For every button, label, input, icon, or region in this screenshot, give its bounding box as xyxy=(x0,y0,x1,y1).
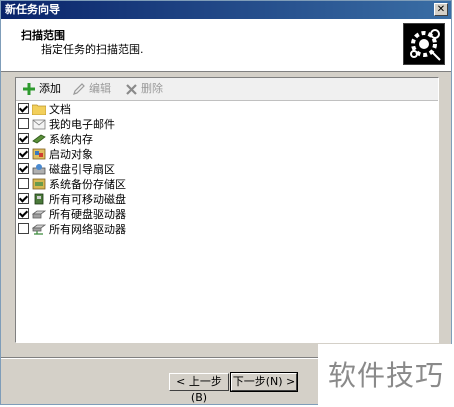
item-checkbox[interactable] xyxy=(18,148,29,159)
list-item[interactable]: 文档 xyxy=(18,102,71,116)
edit-button[interactable]: 编辑 xyxy=(72,82,111,96)
item-checkbox[interactable] xyxy=(18,133,29,144)
folder-icon xyxy=(32,104,46,115)
startup-icon xyxy=(32,148,46,159)
watermark: 软件技巧 xyxy=(318,344,454,407)
list-item[interactable]: 启动对象 xyxy=(18,147,93,161)
wizard-header: 扫描范围 指定任务的扫描范围. xyxy=(1,19,451,72)
pencil-icon xyxy=(72,82,86,96)
list-item[interactable]: 我的电子邮件 xyxy=(18,117,115,131)
item-checkbox[interactable] xyxy=(18,223,29,234)
mail-icon xyxy=(32,119,46,129)
network-drive-icon xyxy=(32,224,46,235)
delete-button[interactable]: 删除 xyxy=(124,82,163,96)
boot-sector-icon xyxy=(32,163,46,174)
removable-disk-icon xyxy=(34,193,44,204)
title-bar: 新任务向导 ✕ xyxy=(1,1,451,19)
hard-drive-icon xyxy=(32,210,46,218)
list-item[interactable]: 系统内存 xyxy=(18,132,93,146)
item-checkbox[interactable] xyxy=(18,103,29,114)
toolbar: 添加 编辑 删除 xyxy=(16,78,438,101)
edit-label: 编辑 xyxy=(89,82,111,95)
list-item[interactable]: 所有网络驱动器 xyxy=(18,222,126,236)
item-checkbox[interactable] xyxy=(18,163,29,174)
gear-scan-icon xyxy=(403,23,445,65)
add-label: 添加 xyxy=(39,82,61,95)
item-label: 文档 xyxy=(49,102,71,116)
plus-icon xyxy=(22,82,36,96)
item-label: 启动对象 xyxy=(49,147,93,161)
close-icon: ✕ xyxy=(436,4,446,15)
delete-x-icon xyxy=(124,82,138,96)
item-label: 所有硬盘驱动器 xyxy=(49,207,126,221)
delete-label: 删除 xyxy=(141,82,163,95)
window-title: 新任务向导 xyxy=(5,3,60,16)
item-label: 我的电子邮件 xyxy=(49,117,115,131)
back-button[interactable]: < 上一步(B) xyxy=(169,373,229,404)
item-label: 所有可移动磁盘 xyxy=(49,192,126,206)
list-item[interactable]: 所有可移动磁盘 xyxy=(18,192,126,206)
scan-scope-panel: 添加 编辑 删除 文档 我的电子邮件 系统内存 启动对象 磁盘引导扇区 系统备份… xyxy=(15,77,439,343)
close-button[interactable]: ✕ xyxy=(434,3,448,16)
item-checkbox[interactable] xyxy=(18,208,29,219)
item-checkbox[interactable] xyxy=(18,178,29,189)
list-item[interactable]: 所有硬盘驱动器 xyxy=(18,207,126,221)
item-checkbox[interactable] xyxy=(18,193,29,204)
list-item[interactable]: 系统备份存储区 xyxy=(18,177,126,191)
item-label: 系统内存 xyxy=(49,132,93,146)
item-label: 磁盘引导扇区 xyxy=(49,162,115,176)
item-label: 所有网络驱动器 xyxy=(49,222,126,236)
step-subtitle: 指定任务的扫描范围. xyxy=(41,43,144,56)
item-checkbox[interactable] xyxy=(18,118,29,129)
memory-icon xyxy=(32,134,46,143)
list-item[interactable]: 磁盘引导扇区 xyxy=(18,162,115,176)
backup-icon xyxy=(32,178,46,189)
next-button[interactable]: 下一步(N) > xyxy=(230,372,298,392)
add-button[interactable]: 添加 xyxy=(22,82,61,96)
item-label: 系统备份存储区 xyxy=(49,177,126,191)
